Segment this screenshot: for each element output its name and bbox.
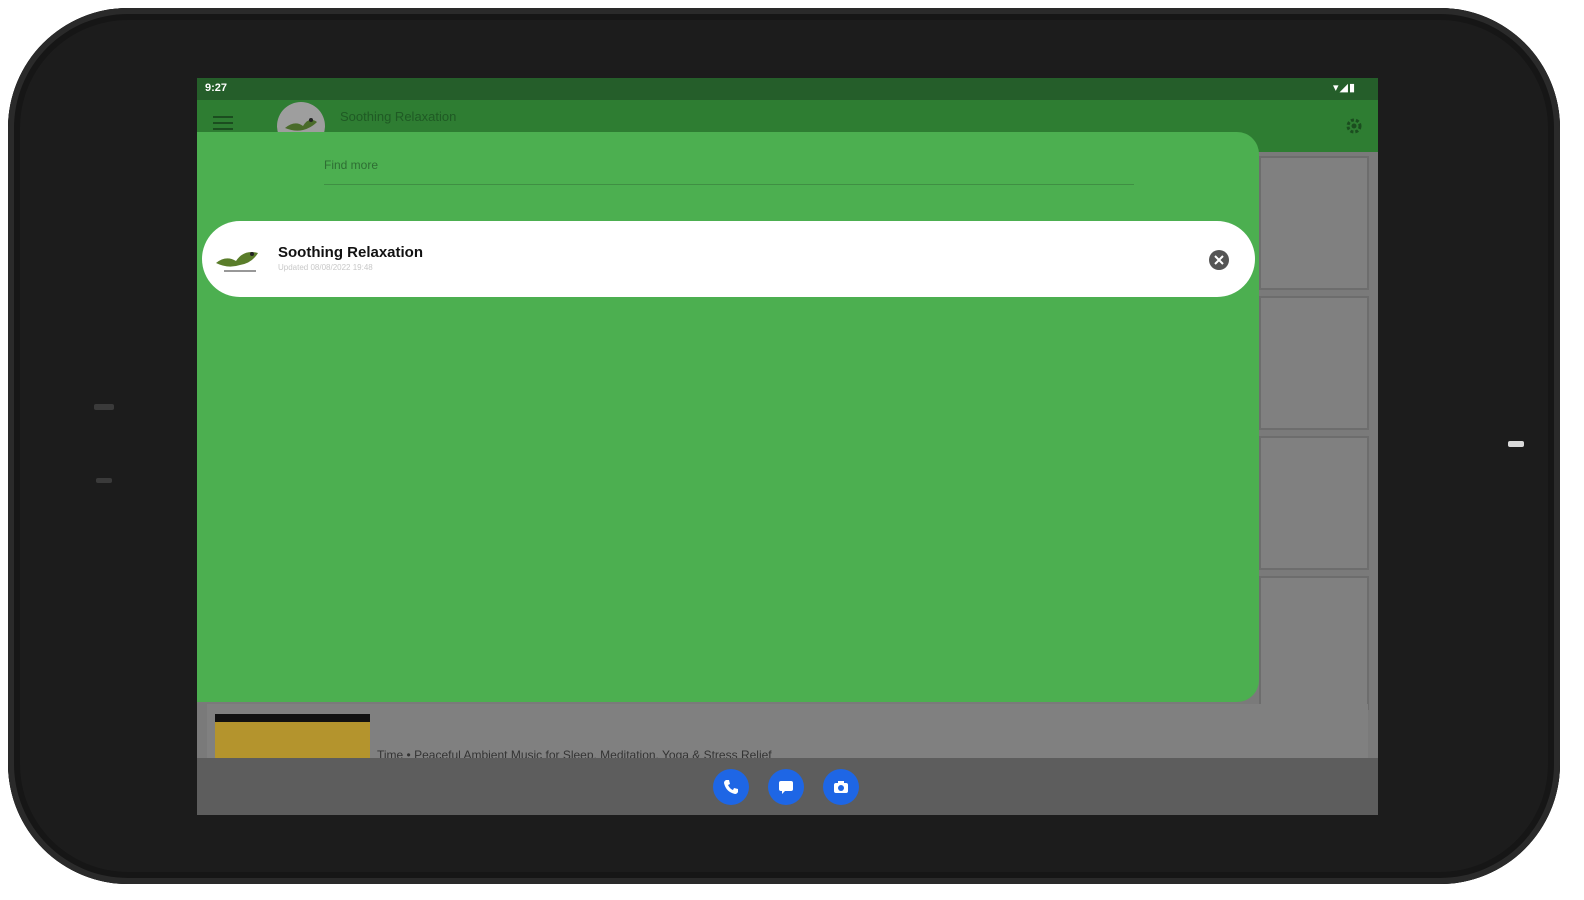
phone-icon: [724, 780, 738, 794]
volume-down-button: [96, 478, 112, 483]
video-thumbnail: [215, 714, 370, 764]
search-result-item[interactable]: Soothing Relaxation Updated 08/08/2022 1…: [202, 221, 1255, 297]
menu-icon[interactable]: [213, 116, 233, 132]
message-icon: [779, 781, 793, 794]
video-card[interactable]: [1259, 156, 1369, 290]
close-icon[interactable]: [1207, 248, 1231, 272]
status-bar: 9:27 ▾◢▮: [197, 78, 1378, 100]
search-underline: [324, 184, 1134, 185]
video-card[interactable]: [1259, 436, 1369, 570]
video-card[interactable]: [1259, 576, 1369, 710]
signal-icon: ◢: [1339, 82, 1349, 94]
camera-button[interactable]: [823, 769, 859, 805]
status-time: 9:27: [205, 82, 228, 94]
video-card[interactable]: [1259, 296, 1369, 430]
video-list-item[interactable]: Time • Peaceful Ambient Music for Sleep,…: [207, 704, 1368, 764]
status-icons: ▾◢▮: [1333, 81, 1356, 94]
navigation-bar: [197, 758, 1378, 815]
power-button: [1508, 441, 1524, 447]
device-screen: 9:27 ▾◢▮ Soothing Relaxation Time • Peac…: [197, 78, 1378, 815]
result-title: Soothing Relaxation: [278, 244, 424, 261]
side-video-list: [1259, 156, 1369, 716]
phone-button[interactable]: [713, 769, 749, 805]
search-input[interactable]: Find more: [324, 158, 378, 172]
gear-icon[interactable]: [1344, 116, 1364, 136]
battery-icon: ▮: [1348, 82, 1356, 94]
search-sheet: Find more Soothing Relaxation Updated 08…: [197, 132, 1259, 702]
message-button[interactable]: [768, 769, 804, 805]
result-subtitle: Updated 08/08/2022 19:48: [278, 263, 373, 272]
volume-up-button: [94, 404, 114, 410]
bird-logo-icon: [216, 252, 258, 272]
camera-icon: [834, 781, 848, 793]
app-title: Soothing Relaxation: [340, 109, 457, 124]
